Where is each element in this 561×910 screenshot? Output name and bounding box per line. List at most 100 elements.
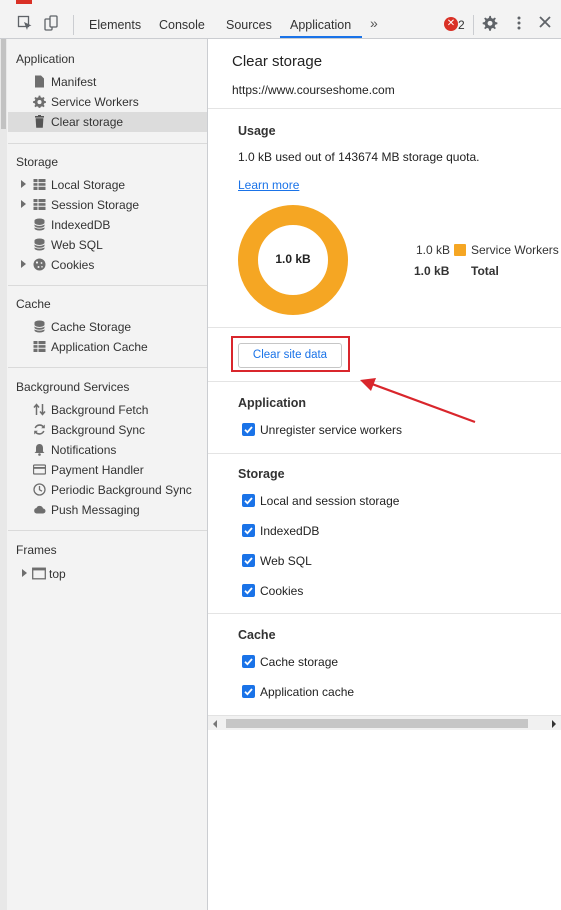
tab-console[interactable]: Console [159, 18, 205, 32]
sidebar-section-title: Application [16, 52, 75, 66]
tab-elements[interactable]: Elements [89, 18, 141, 32]
sidebar-item-background-sync[interactable]: Background Sync [8, 420, 207, 440]
sidebar-item-frame-top[interactable]: top [8, 564, 207, 584]
scrollbar-thumb[interactable] [226, 719, 528, 728]
section-divider [208, 453, 561, 454]
database-icon [33, 320, 46, 333]
sidebar-item-notifications[interactable]: Notifications [8, 440, 207, 460]
sidebar-item-cookies[interactable]: Cookies [8, 255, 207, 275]
bell-icon [33, 443, 46, 456]
sidebar-item-push-messaging[interactable]: Push Messaging [8, 500, 207, 520]
table-icon [33, 178, 46, 191]
checkbox-cache-storage[interactable] [242, 655, 255, 668]
inspect-element-icon[interactable] [17, 15, 35, 33]
sidebar-item-indexeddb[interactable]: IndexedDB [8, 215, 207, 235]
sidebar-item-session-storage[interactable]: Session Storage [8, 195, 207, 215]
sidebar-item-payment-handler[interactable]: Payment Handler [8, 460, 207, 480]
checkbox-label: Cache storage [260, 655, 339, 669]
legend-name-total: Total [471, 264, 499, 278]
legend-value-total: 1.0 kB [414, 264, 450, 278]
learn-more-link[interactable]: Learn more [238, 178, 299, 192]
checkbox-unregister-service-workers[interactable] [242, 423, 255, 436]
scroll-right-arrow-icon[interactable] [552, 720, 556, 728]
frame-icon [32, 567, 46, 580]
usage-heading: Usage [238, 124, 276, 138]
checkbox-label: Local and session storage [260, 494, 400, 508]
expand-arrow-icon[interactable] [21, 180, 26, 188]
sidebar-item-label: Payment Handler [51, 463, 144, 477]
section-divider [208, 613, 561, 614]
error-count[interactable]: 2 [458, 18, 465, 32]
section-divider [208, 327, 561, 328]
usage-donut-chart: 1.0 kB [237, 204, 349, 316]
sidebar-item-periodic-background-sync[interactable]: Periodic Background Sync [8, 480, 207, 500]
donut-center-label: 1.0 kB [275, 252, 311, 266]
toolbar-divider [73, 15, 74, 35]
checkbox-application-cache[interactable] [242, 685, 255, 698]
expand-arrow-icon[interactable] [21, 260, 26, 268]
sidebar-item-label: Clear storage [51, 115, 124, 129]
sidebar-item-label: Cookies [51, 258, 95, 272]
window-edge-mark [16, 0, 32, 4]
devtools-toolbar: Elements Console Sources Application » ✕… [0, 0, 561, 39]
error-icon[interactable]: ✕ [444, 17, 458, 31]
application-sidebar: Application Manifest Service Workers Cle… [0, 39, 208, 910]
device-toolbar-icon[interactable] [43, 15, 61, 33]
sidebar-divider [8, 530, 207, 531]
legend-value-service-workers: 1.0 kB [416, 243, 451, 257]
sidebar-item-label: Local Storage [51, 178, 126, 192]
annotation-arrow [360, 378, 476, 424]
more-options-icon[interactable] [511, 15, 529, 33]
origin-url: https://www.courseshome.com [232, 83, 395, 97]
sidebar-item-label: Cache Storage [51, 320, 132, 334]
cloud-icon [33, 503, 46, 516]
checkbox-cookies[interactable] [242, 584, 255, 597]
sidebar-item-local-storage[interactable]: Local Storage [8, 175, 207, 195]
sidebar-item-label: Background Fetch [51, 403, 149, 417]
horizontal-scrollbar[interactable] [208, 715, 561, 730]
sidebar-item-manifest[interactable]: Manifest [8, 72, 207, 92]
sidebar-item-label: Background Sync [51, 423, 146, 437]
sidebar-item-label: Push Messaging [51, 503, 140, 517]
sidebar-item-label: Notifications [51, 443, 117, 457]
sidebar-section-title: Frames [16, 543, 57, 557]
sidebar-item-label: Web SQL [51, 238, 103, 252]
sidebar-item-service-workers[interactable]: Service Workers [8, 92, 207, 112]
sidebar-item-label: Application Cache [51, 340, 148, 354]
sidebar-item-background-fetch[interactable]: Background Fetch [8, 400, 207, 420]
sidebar-item-application-cache[interactable]: Application Cache [8, 337, 207, 357]
sidebar-item-web-sql[interactable]: Web SQL [8, 235, 207, 255]
sidebar-scrollbar[interactable] [0, 39, 7, 910]
gear-icon [33, 95, 46, 108]
sidebar-item-label: top [49, 567, 66, 581]
sidebar-item-clear-storage[interactable]: Clear storage [8, 112, 207, 132]
sidebar-item-label: Service Workers [51, 95, 139, 109]
checkbox-indexeddb[interactable] [242, 524, 255, 537]
credit-card-icon [32, 463, 47, 476]
checkbox-web-sql[interactable] [242, 554, 255, 567]
sidebar-item-label: Session Storage [51, 198, 140, 212]
checkbox-label: IndexedDB [260, 524, 320, 538]
up-down-arrows-icon [33, 403, 46, 416]
expand-arrow-icon[interactable] [21, 200, 26, 208]
checkbox-label: Application cache [260, 685, 355, 699]
clear-site-data-button[interactable]: Clear site data [238, 343, 342, 368]
trash-icon [33, 115, 46, 128]
toolbar-divider [473, 15, 474, 35]
scroll-left-arrow-icon[interactable] [213, 720, 217, 728]
checkbox-label: Web SQL [260, 554, 312, 568]
close-icon[interactable] [538, 15, 556, 33]
sidebar-item-cache-storage[interactable]: Cache Storage [8, 317, 207, 337]
clear-storage-panel: Clear storage https://www.courseshome.co… [208, 39, 561, 910]
database-icon [33, 218, 46, 231]
more-tabs-icon[interactable]: » [370, 15, 378, 31]
tab-application[interactable]: Application [290, 18, 351, 32]
sidebar-item-label: Manifest [51, 75, 97, 89]
settings-gear-icon[interactable] [481, 15, 499, 33]
usage-quota-text: 1.0 kB used out of 143674 MB storage quo… [238, 150, 480, 164]
tab-sources[interactable]: Sources [226, 18, 272, 32]
expand-arrow-icon[interactable] [22, 569, 27, 577]
checkbox-label: Cookies [260, 584, 304, 598]
checkbox-local-session-storage[interactable] [242, 494, 255, 507]
page-title: Clear storage [232, 53, 323, 70]
